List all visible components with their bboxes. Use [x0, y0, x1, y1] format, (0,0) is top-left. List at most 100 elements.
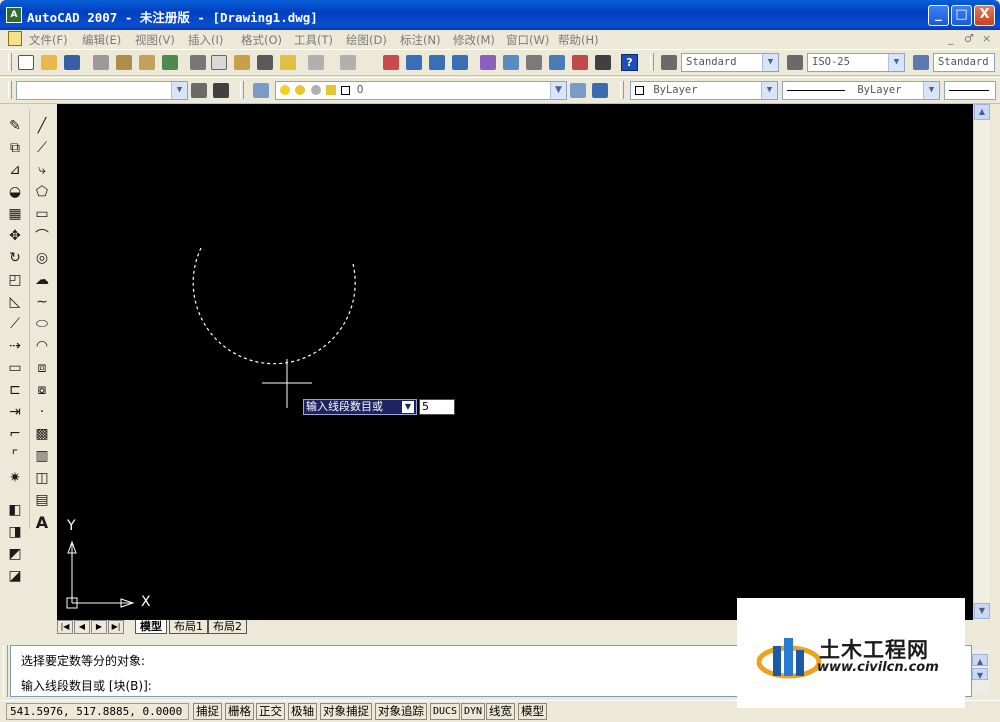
lineweight-toggle[interactable]: 线宽: [486, 703, 515, 720]
menu-help[interactable]: 帮助(H): [558, 32, 599, 48]
region-icon[interactable]: ◫: [33, 469, 51, 487]
arc-icon[interactable]: ⌒: [33, 227, 51, 245]
last-tab-icon[interactable]: ▶|: [108, 620, 124, 634]
tab-model[interactable]: 模型: [135, 620, 167, 634]
polygon-icon[interactable]: ⬠: [33, 183, 51, 201]
table-icon[interactable]: ▤: [33, 491, 51, 509]
dynamic-input-field[interactable]: 5: [419, 399, 455, 415]
workspace-select[interactable]: ▼: [16, 81, 188, 100]
new-file-icon[interactable]: [18, 55, 34, 70]
text-style-select[interactable]: Standard ▼: [681, 53, 779, 72]
join-icon[interactable]: ⇥: [6, 403, 24, 421]
linetype-control-select[interactable]: ByLayer ▼: [782, 81, 940, 100]
lineweight-control-select[interactable]: [944, 81, 996, 100]
autocad-app-icon[interactable]: A: [6, 7, 22, 23]
save-workspace-icon[interactable]: [213, 83, 229, 98]
command-window-grip[interactable]: [3, 645, 8, 697]
send-to-back-icon[interactable]: ◩: [6, 545, 24, 563]
toolbar-grip[interactable]: [240, 81, 244, 99]
toolbar-grip[interactable]: [8, 81, 12, 99]
construction-line-icon[interactable]: ⟋: [33, 139, 51, 157]
3d-dwf-icon[interactable]: [162, 55, 178, 70]
dimension-style-icon[interactable]: [787, 55, 803, 70]
chevron-down-icon[interactable]: ▼: [762, 54, 778, 71]
multiline-text-icon[interactable]: A: [33, 513, 51, 532]
publish-icon[interactable]: [139, 55, 155, 70]
maximize-button[interactable]: □: [951, 5, 972, 26]
point-icon[interactable]: ·: [33, 403, 51, 421]
draw-order-icon[interactable]: ◧: [6, 501, 24, 519]
ducs-toggle[interactable]: DUCS: [430, 703, 461, 720]
menu-file[interactable]: 文件(F): [29, 32, 68, 48]
array-icon[interactable]: ▦: [6, 205, 24, 223]
otrack-toggle[interactable]: 对象追踪: [375, 703, 427, 720]
stretch-icon[interactable]: ◺: [6, 293, 24, 311]
chevron-down-icon[interactable]: ▼: [923, 82, 939, 99]
copy-icon[interactable]: [211, 55, 227, 70]
scroll-up-icon[interactable]: ▲: [974, 104, 990, 120]
ortho-toggle[interactable]: 正交: [256, 703, 285, 720]
hatch-icon[interactable]: ▩: [33, 425, 51, 443]
tab-layout2[interactable]: 布局2: [208, 620, 247, 634]
erase-icon[interactable]: ✎: [6, 117, 24, 135]
scroll-down-icon[interactable]: ▼: [972, 668, 988, 680]
menu-insert[interactable]: 插入(I): [188, 32, 223, 48]
text-style-icon[interactable]: [661, 55, 677, 70]
command-prompt[interactable]: 输入线段数目或 [块(B)]:: [21, 677, 152, 694]
chevron-down-icon[interactable]: ▼: [550, 82, 566, 99]
menu-tools[interactable]: 工具(T): [294, 32, 333, 48]
circle-icon[interactable]: ◎: [33, 249, 51, 267]
spline-icon[interactable]: ∼: [33, 293, 51, 311]
document-menu-icon[interactable]: [8, 31, 22, 46]
fillet-icon[interactable]: ⌜: [6, 447, 24, 465]
trim-icon[interactable]: ⟋: [6, 315, 24, 333]
move-icon[interactable]: ✥: [6, 227, 24, 245]
menu-format[interactable]: 格式(O): [241, 32, 282, 48]
vertical-scrollbar[interactable]: ▲ ▼: [973, 104, 990, 620]
block-editor-icon[interactable]: [280, 55, 296, 70]
layer-select[interactable]: 0 ▼: [275, 81, 567, 100]
toolbar-grip[interactable]: [650, 53, 654, 71]
menu-draw[interactable]: 绘图(D): [346, 32, 387, 48]
color-control-select[interactable]: ByLayer ▼: [630, 81, 778, 100]
break-icon[interactable]: ⊏: [6, 381, 24, 399]
insert-block-icon[interactable]: ⧈: [33, 359, 51, 377]
layer-manager-icon[interactable]: [253, 83, 269, 98]
chamfer-icon[interactable]: ⌐: [6, 425, 24, 443]
next-tab-icon[interactable]: ▶: [91, 620, 107, 634]
menu-window[interactable]: 窗口(W): [506, 32, 549, 48]
scale-icon[interactable]: ◰: [6, 271, 24, 289]
bring-to-front-icon[interactable]: ◨: [6, 523, 24, 541]
command-scrollbar[interactable]: ▲ ▼: [972, 650, 989, 694]
menu-edit[interactable]: 编辑(E): [82, 32, 121, 48]
rotate-icon[interactable]: ↻: [6, 249, 24, 267]
match-properties-icon[interactable]: [257, 55, 273, 70]
revision-cloud-icon[interactable]: ☁: [33, 271, 51, 289]
previous-tab-icon[interactable]: ◀: [74, 620, 90, 634]
zoom-realtime-icon[interactable]: [406, 55, 422, 70]
bring-above-objects-icon[interactable]: ◪: [6, 567, 24, 585]
save-icon[interactable]: [64, 55, 80, 70]
polyline-icon[interactable]: ⤷: [33, 161, 51, 179]
design-center-icon[interactable]: [503, 55, 519, 70]
print-icon[interactable]: [93, 55, 109, 70]
minimize-button[interactable]: _: [928, 5, 949, 26]
chevron-down-icon[interactable]: ▼: [888, 54, 904, 71]
markup-icon[interactable]: [572, 55, 588, 70]
explode-icon[interactable]: ✷: [6, 469, 24, 487]
grid-toggle[interactable]: 栅格: [225, 703, 254, 720]
mdi-restore-button[interactable]: ♂: [964, 32, 974, 45]
dimension-style-select[interactable]: ISO-25 ▼: [807, 53, 905, 72]
table-style-select[interactable]: Standard: [933, 53, 995, 72]
table-style-icon[interactable]: [913, 55, 929, 70]
make-object-layer-current-icon[interactable]: [570, 83, 586, 98]
coordinate-display[interactable]: 541.5976, 517.8885, 0.0000: [6, 703, 189, 720]
redo-icon[interactable]: [340, 55, 356, 70]
open-file-icon[interactable]: [41, 55, 57, 70]
break-at-point-icon[interactable]: ▭: [6, 359, 24, 377]
undo-icon[interactable]: [308, 55, 324, 70]
drawing-canvas[interactable]: Y X 输入线段数目或 ▼ 5: [57, 104, 973, 620]
pan-icon[interactable]: [383, 55, 399, 70]
workspace-settings-icon[interactable]: [191, 83, 207, 98]
calculator-icon[interactable]: [595, 55, 611, 70]
